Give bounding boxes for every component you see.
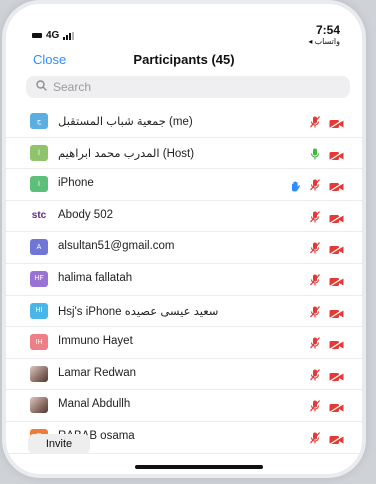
microphone-muted-icon bbox=[310, 178, 320, 191]
microphone-muted-icon bbox=[310, 115, 320, 128]
avatar: A bbox=[30, 239, 48, 256]
avatar: ج bbox=[30, 113, 48, 129]
page-title: Participants (45) bbox=[133, 52, 235, 67]
participant-row[interactable]: stc Abody 502 bbox=[6, 201, 362, 233]
participant-status-icons bbox=[290, 178, 344, 193]
microphone-muted-icon bbox=[310, 273, 320, 286]
invite-button[interactable]: Invite bbox=[28, 434, 90, 454]
participants-list: ج جمعية شباب المستقبل (me) ا المدرب محمد اب… bbox=[6, 106, 362, 454]
participant-status-icons bbox=[310, 399, 344, 414]
avatar: HI bbox=[30, 302, 48, 319]
home-indicator[interactable] bbox=[135, 465, 263, 469]
participant-row[interactable]: Aalsultan51@gmail.com bbox=[6, 232, 362, 264]
participant-row[interactable]: HF halima fallatah bbox=[6, 264, 362, 296]
avatar: stc bbox=[31, 210, 47, 222]
participant-name: alsultan51@gmail.com bbox=[58, 240, 175, 253]
participant-name: Hsj's iPhone سعيد عيسى عصيده bbox=[58, 305, 219, 318]
nav-bar: Close Participants (45) bbox=[6, 50, 362, 72]
battery-icon bbox=[32, 33, 42, 38]
video-off-icon bbox=[329, 306, 344, 319]
participant-row[interactable]: Manal Abdullh bbox=[6, 390, 362, 422]
back-to-app-link[interactable]: ◂ واتساب bbox=[308, 36, 340, 48]
participant-name: Lamar Redwan bbox=[58, 366, 136, 379]
avatar bbox=[30, 397, 48, 414]
microphone-muted-icon bbox=[310, 368, 320, 381]
microphone-muted-icon bbox=[310, 399, 320, 412]
video-off-icon bbox=[329, 369, 344, 382]
participant-status-icons bbox=[310, 210, 344, 224]
participant-status-icons bbox=[310, 115, 344, 130]
avatar bbox=[30, 365, 48, 382]
participant-name: Manal Abdullh bbox=[58, 398, 131, 411]
participant-status-icons bbox=[310, 336, 344, 351]
participant-name: Immuno Hayet bbox=[58, 335, 133, 348]
microphone-muted-icon bbox=[310, 210, 320, 223]
microphone-muted-icon bbox=[310, 241, 320, 254]
participant-name: halima fallatah bbox=[58, 271, 133, 284]
participant-name: Abody 502 bbox=[58, 208, 113, 221]
status-bar: 4G 7:54 ◂ واتساب bbox=[6, 4, 362, 48]
participant-name: المدرب محمد ابراهيم (Host) bbox=[58, 147, 195, 160]
participant-status-icons bbox=[310, 147, 344, 161]
participant-status-icons bbox=[310, 368, 344, 382]
avatar: HF bbox=[30, 270, 48, 287]
avatar: IH bbox=[30, 334, 48, 351]
participant-row[interactable]: Lamar Redwan bbox=[6, 359, 362, 391]
avatar: ا bbox=[30, 144, 48, 161]
network-label: 4G bbox=[46, 30, 60, 41]
search-icon bbox=[36, 80, 47, 94]
bottom-bar: Invite bbox=[6, 432, 362, 474]
microphone-muted-icon bbox=[310, 336, 320, 349]
participant-row[interactable]: IH Immuno Hayet bbox=[6, 327, 362, 359]
participant-row[interactable]: IiPhone bbox=[6, 169, 362, 201]
microphone-muted-icon bbox=[310, 305, 320, 318]
participant-row[interactable]: ج جمعية شباب المستقبل (me) bbox=[6, 106, 362, 138]
video-off-icon bbox=[329, 116, 344, 130]
video-off-icon bbox=[329, 274, 344, 287]
participant-status-icons bbox=[310, 241, 344, 256]
video-off-icon bbox=[329, 148, 344, 161]
search-placeholder: Search bbox=[53, 80, 92, 94]
time-label: 7:54 bbox=[315, 23, 340, 37]
search-input[interactable]: Search bbox=[26, 76, 350, 98]
video-off-icon bbox=[329, 242, 344, 256]
clock: 7:54 ◂ واتساب bbox=[308, 24, 340, 48]
signal-icon bbox=[63, 31, 75, 40]
video-off-icon bbox=[329, 337, 344, 351]
participant-status-icons bbox=[310, 273, 344, 287]
phone-screen: 4G 7:54 ◂ واتساب Close Participants (45)… bbox=[6, 4, 362, 474]
participant-row[interactable]: HI Hsj's iPhone سعيد عيسى عصيده bbox=[6, 296, 362, 328]
video-off-icon bbox=[329, 211, 344, 224]
microphone-icon bbox=[310, 147, 320, 160]
avatar: I bbox=[30, 176, 48, 193]
video-off-icon bbox=[329, 400, 344, 414]
participant-name: جمعية شباب المستقبل (me) bbox=[58, 116, 193, 128]
participant-row[interactable]: ا المدرب محمد ابراهيم (Host) bbox=[6, 138, 362, 170]
status-left: 4G bbox=[32, 30, 75, 41]
participant-name: iPhone bbox=[58, 177, 94, 190]
participant-status-icons bbox=[310, 305, 344, 319]
video-off-icon bbox=[329, 179, 344, 193]
raised-hand-icon bbox=[290, 179, 301, 192]
